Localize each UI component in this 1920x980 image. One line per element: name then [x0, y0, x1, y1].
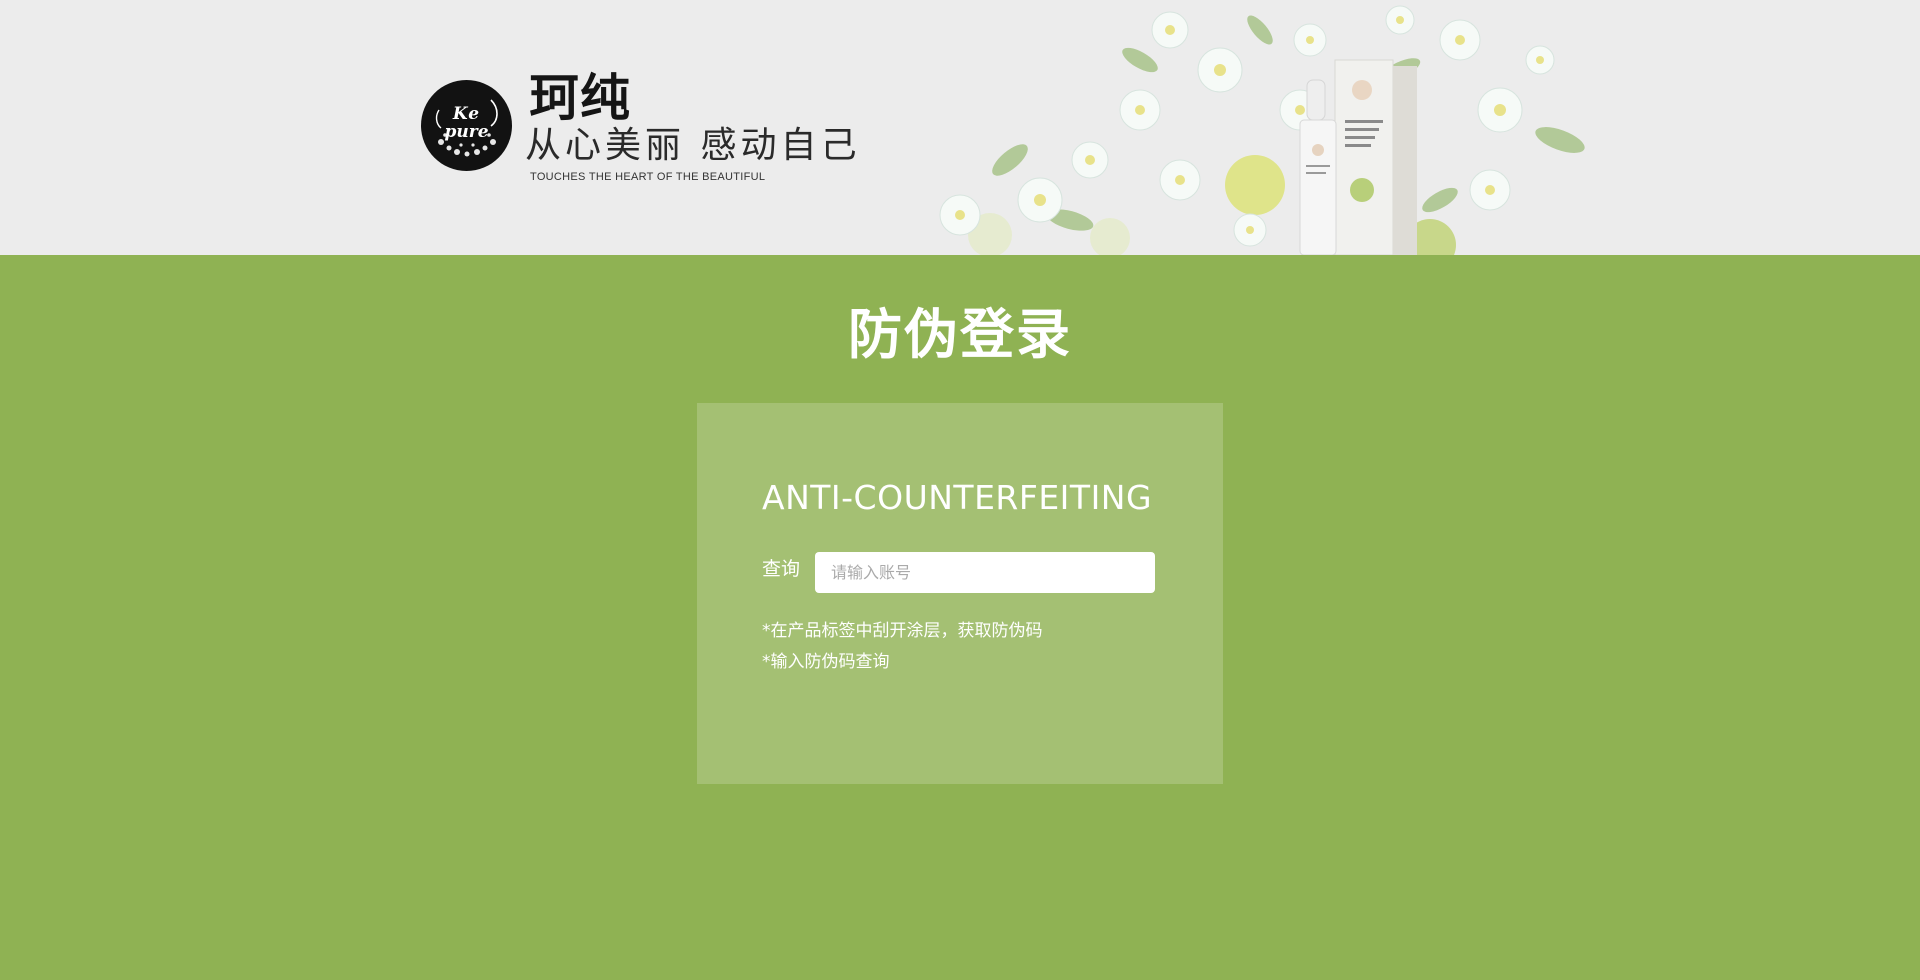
logo-mark-bottom: pure	[444, 122, 489, 142]
brand-slogan-english: TOUCHES THE HEART OF THE BEAUTIFUL	[530, 171, 766, 183]
flower-product-illustration	[939, 5, 1585, 255]
brand-logo: Ke pure	[421, 80, 512, 171]
hint-scratch-label: *在产品标签中刮开涂层，获取防伪码	[762, 621, 1043, 641]
card-heading: ANTI-COUNTERFEITING	[762, 478, 1153, 517]
page-title: 防伪登录	[848, 303, 1072, 366]
query-label: 查询	[762, 558, 801, 580]
hint-enter-code: *输入防伪码查询	[762, 652, 890, 672]
logo-mark-top: Ke	[452, 104, 481, 124]
anti-counterfeit-code-input[interactable]	[815, 552, 1155, 593]
brand-name: 珂纯	[529, 69, 631, 127]
header-banner: Ke pure 珂纯 从心美丽 感动自己 TOUCHES THE HEART O…	[0, 0, 1920, 255]
anti-counterfeit-card: ANTI-COUNTERFEITING 查询 *在产品标签中刮开涂层，获取防伪码…	[697, 403, 1223, 784]
brand-slogan: 从心美丽 感动自己	[525, 125, 861, 166]
